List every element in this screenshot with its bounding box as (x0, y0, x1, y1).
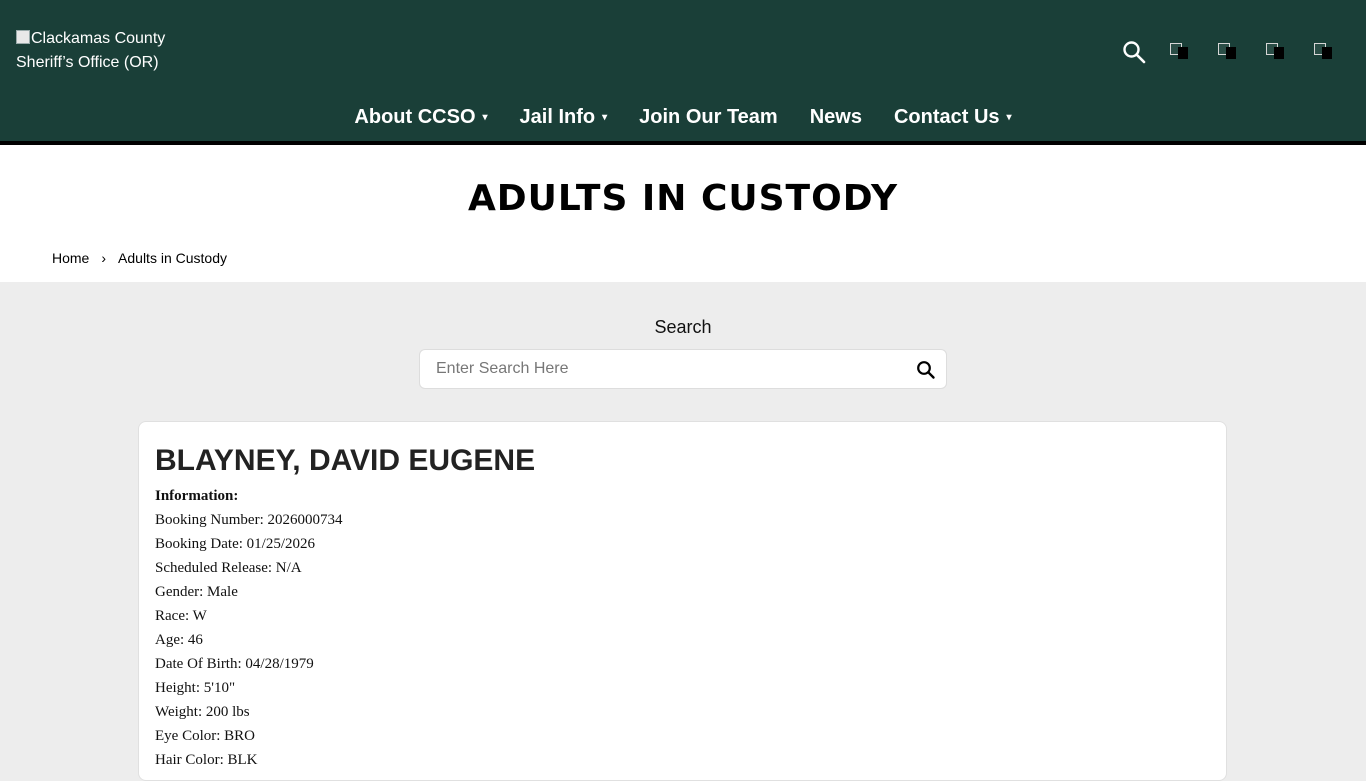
height: Height: 5'10" (155, 680, 236, 696)
search-label: Search (654, 317, 712, 337)
search-input[interactable] (420, 350, 932, 388)
information-heading: Information: (155, 488, 239, 504)
logo-line-1: Clackamas County (31, 30, 166, 47)
inmate-information: Information: Booking Number: 2026000734 … (155, 484, 343, 772)
age: Age: 46 (155, 632, 203, 648)
nav-item-join-our-team[interactable]: Join Our Team (623, 106, 794, 129)
nav-item-label: Contact Us (893, 106, 1000, 128)
main-content: Search BLAYNEY, DAVID EUGENE Information… (0, 282, 1366, 781)
social-link-4-icon[interactable] (1312, 40, 1338, 64)
breadcrumb-current: Adults in Custody (118, 250, 227, 266)
social-link-3-icon[interactable] (1264, 40, 1290, 64)
chevron-down-icon: ▾ (602, 111, 608, 123)
hair-color: Hair Color: BLK (155, 752, 258, 768)
breadcrumb-separator: › (101, 250, 107, 266)
booking-date: Booking Date: 01/25/2026 (155, 536, 315, 552)
social-link-2-icon[interactable] (1216, 40, 1242, 64)
inmate-name: BLAYNEY, DAVID EUGENE (155, 444, 536, 477)
eye-color: Eye Color: BRO (155, 728, 255, 744)
breadcrumb: Home › Adults in Custody (52, 250, 227, 266)
logo-line-2: Sheriff’s Office (OR) (16, 54, 159, 71)
weight: Weight: 200 lbs (155, 704, 250, 720)
site-logo[interactable]: Clackamas County Sheriff’s Office (OR) (16, 27, 186, 75)
nav-item-label: Join Our Team (639, 106, 778, 128)
nav-item-news[interactable]: News (794, 106, 878, 129)
social-link-1-icon[interactable] (1168, 40, 1194, 64)
nav-item-label: About CCSO (354, 106, 476, 128)
race: Race: W (155, 608, 207, 624)
breadcrumb-home-link[interactable]: Home (52, 250, 89, 266)
search-bar (419, 349, 947, 389)
nav-item-label: Jail Info (519, 106, 596, 128)
header-utility-icons (1122, 40, 1338, 64)
nav-item-label: News (809, 106, 862, 128)
site-header: Clackamas County Sheriff’s Office (OR) A… (0, 0, 1366, 145)
booking-number: Booking Number: 2026000734 (155, 512, 343, 528)
chevron-down-icon: ▾ (482, 111, 488, 123)
nav-item-about-ccso[interactable]: About CCSO ▾ (338, 106, 503, 129)
scheduled-release: Scheduled Release: N/A (155, 560, 302, 576)
inmate-record-card: BLAYNEY, DAVID EUGENE Information: Booki… (138, 421, 1227, 781)
chevron-down-icon: ▾ (1006, 111, 1012, 123)
broken-image-icon (16, 30, 30, 44)
main-nav: About CCSO ▾ Jail Info ▾ Join Our Team N… (0, 106, 1366, 129)
search-icon[interactable] (916, 360, 936, 380)
search-icon[interactable] (1122, 40, 1146, 64)
page-title: ADULTS IN CUSTODY (467, 178, 899, 219)
nav-item-jail-info[interactable]: Jail Info ▾ (504, 106, 624, 129)
nav-item-contact-us[interactable]: Contact Us ▾ (878, 106, 1028, 129)
gender: Gender: Male (155, 584, 238, 600)
date-of-birth: Date Of Birth: 04/28/1979 (155, 656, 314, 672)
